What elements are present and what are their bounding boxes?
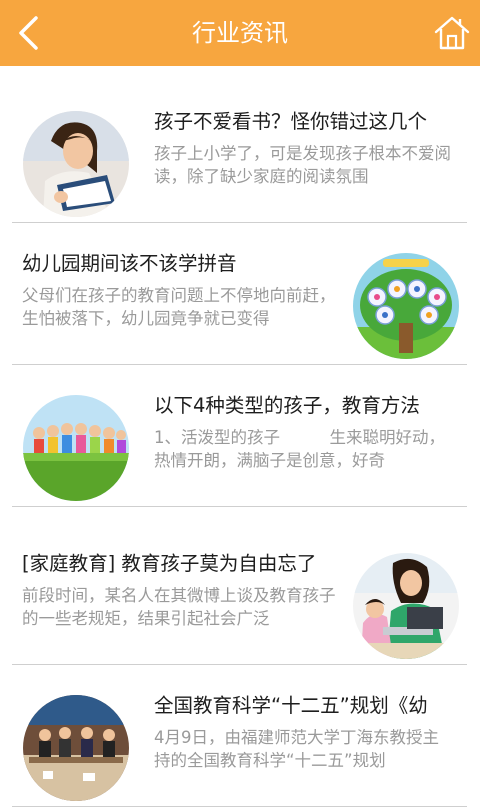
page-title: 行业资讯 bbox=[192, 19, 288, 47]
news-item[interactable]: 孩子不爱看书？怪你错过这几个 孩子上小学了，可是发现孩子根本不爱阅读，除了缺少家… bbox=[12, 80, 467, 223]
home-icon bbox=[434, 16, 470, 50]
article-headline: 全国教育科学“十二五”规划《幼 bbox=[154, 694, 428, 717]
article-headline: [家庭教育] 教育孩子莫为自由忘了 bbox=[22, 552, 317, 575]
article-thumbnail bbox=[353, 553, 459, 659]
news-item[interactable]: 全国教育科学“十二五”规划《幼 4月9日，由福建师范大学丁海东教授主持的全国教育… bbox=[12, 664, 467, 807]
article-thumbnail bbox=[353, 253, 459, 359]
home-button[interactable] bbox=[434, 14, 470, 52]
news-item[interactable]: 幼儿园期间该不该学拼音 父母们在孩子的教育问题上不停地向前赶，生怕被落下，幼儿园… bbox=[12, 222, 467, 365]
top-bar: 行业资讯 bbox=[0, 0, 480, 66]
article-summary: 父母们在孩子的教育问题上不停地向前赶，生怕被落下，幼儿园竟争就已变得 bbox=[22, 286, 336, 328]
news-item[interactable]: 以下4种类型的孩子，教育方法 1、活泼型的孩子 生来聪明好动，热情开朗，满脑子是… bbox=[12, 364, 467, 507]
article-summary: 孩子上小学了，可是发现孩子根本不爱阅读，除了缺少家庭的阅读氛围 bbox=[154, 144, 451, 186]
news-item[interactable]: [家庭教育] 教育孩子莫为自由忘了 前段时间，某名人在其微博上谈及教育孩子的一些… bbox=[12, 522, 467, 665]
article-thumbnail bbox=[23, 111, 129, 217]
article-summary: 1、活泼型的孩子 生来聪明好动，热情开朗，满脑子是创意，好奇 bbox=[154, 428, 445, 470]
article-headline: 孩子不爱看书？怪你错过这几个 bbox=[154, 110, 428, 133]
article-headline: 以下4种类型的孩子，教育方法 bbox=[154, 394, 420, 417]
article-summary: 4月9日，由福建师范大学丁海东教授主持的全国教育科学“十二五”规划 bbox=[154, 728, 439, 770]
article-thumbnail bbox=[23, 695, 129, 801]
article-summary: 前段时间，某名人在其微博上谈及教育孩子的一些老规矩，结果引起社会广泛 bbox=[22, 586, 336, 628]
article-headline: 幼儿园期间该不该学拼音 bbox=[22, 252, 237, 275]
article-thumbnail bbox=[23, 395, 129, 501]
